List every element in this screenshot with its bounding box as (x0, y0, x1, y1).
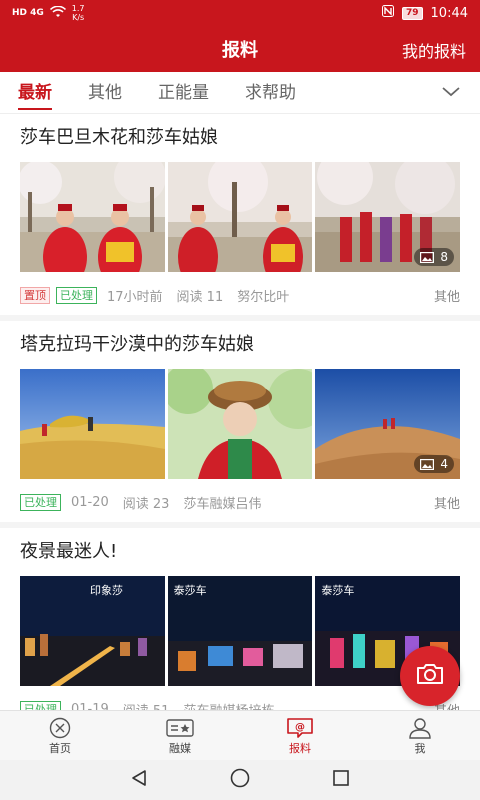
category-tabs: 最新 其他 正能量 求帮助 (0, 72, 480, 114)
clock: 10:44 (430, 5, 468, 21)
image-icon (420, 458, 435, 470)
my-reports-link[interactable]: 我的报料 (402, 38, 466, 62)
post-meta: 置顶 已处理 17小时前 阅读 11 努尔比叶 其他 (20, 286, 460, 305)
photo-thumbnail[interactable] (20, 162, 165, 272)
photo-grid: 8 (20, 162, 461, 272)
read-count: 阅读 23 (122, 497, 170, 512)
recent-apps-icon[interactable] (331, 768, 351, 792)
post-title[interactable]: 夜景最迷人! (20, 538, 460, 568)
network-speed: 1.7 K/s (71, 4, 85, 22)
photo-thumbnail[interactable] (167, 162, 313, 272)
nav-home[interactable]: 首页 (0, 711, 120, 760)
camera-report-button[interactable] (400, 646, 460, 706)
photo-thumbnail[interactable]: 8 (315, 162, 461, 272)
title-bar: 报料 我的报料 (0, 26, 480, 72)
svg-text:@: @ (295, 722, 305, 733)
status-badge: 已处理 (20, 494, 61, 511)
post-title[interactable]: 莎车巴旦木花和莎车姑娘 (20, 124, 460, 154)
photo-thumbnail[interactable] (167, 369, 313, 479)
tab-positive-energy[interactable]: 正能量 (158, 74, 209, 112)
nav-media[interactable]: 融媒 (120, 711, 240, 760)
list-item[interactable]: 莎车巴旦木花和莎车姑娘 8 置顶 已处理 17小时前 阅读 11 努尔比叶 其他 (0, 114, 480, 321)
photo-caption: 泰莎车 (321, 584, 355, 597)
system-navigation-bar (0, 760, 480, 800)
post-time: 01-19 (71, 702, 109, 710)
status-badge: 已处理 (56, 287, 97, 304)
post-time: 01-20 (71, 495, 109, 510)
photo-thumbnail[interactable]: 印象莎 (20, 576, 165, 686)
tab-latest[interactable]: 最新 (18, 74, 52, 112)
photo-count-badge: 4 (414, 455, 455, 473)
photo-count-badge: 8 (414, 248, 455, 266)
post-category: 其他 (433, 497, 460, 512)
chevron-down-icon[interactable] (440, 81, 462, 103)
post-author: 努尔比叶 (237, 290, 290, 305)
nav-report[interactable]: @ 报料 (240, 711, 360, 760)
post-meta: 已处理 01-20 阅读 23 莎车融媒吕伟 其他 (20, 493, 460, 512)
wifi-icon (49, 5, 66, 21)
post-author: 莎车融媒吕伟 (183, 497, 262, 512)
media-icon (166, 716, 194, 740)
app-root: HD 4G 1.7 K/s 79 10:44 报料 我的报料 最新 其他 正能量… (0, 0, 480, 800)
photo-caption: 印象莎 (90, 584, 123, 597)
image-icon (420, 251, 435, 263)
pinned-badge: 置顶 (20, 287, 50, 304)
photo-thumbnail[interactable] (20, 369, 165, 479)
network-indicator: HD 4G (12, 8, 44, 18)
read-count: 阅读 11 (176, 290, 224, 305)
post-title[interactable]: 塔克拉玛干沙漠中的莎车姑娘 (20, 331, 460, 361)
nfc-icon (382, 5, 394, 21)
photo-grid: 4 (20, 369, 461, 479)
tab-other[interactable]: 其他 (88, 74, 122, 112)
photo-grid: 印象莎 泰莎车 泰莎车 (20, 576, 461, 686)
back-icon[interactable] (129, 768, 149, 792)
camera-icon (415, 662, 445, 690)
status-badge: 已处理 (20, 701, 61, 710)
post-meta: 已处理 01-19 阅读 51 莎车融媒杨培栋 其他 (20, 700, 460, 710)
home-icon (46, 716, 74, 740)
bottom-nav: 首页 融媒 @ 报料 我 (0, 710, 480, 760)
post-time: 17小时前 (107, 290, 163, 305)
battery-indicator: 79 (402, 6, 423, 20)
read-count: 阅读 51 (123, 700, 170, 710)
status-bar: HD 4G 1.7 K/s 79 10:44 (0, 0, 480, 26)
photo-thumbnail[interactable]: 4 (315, 369, 461, 479)
report-feed: 莎车巴旦木花和莎车姑娘 8 置顶 已处理 17小时前 阅读 11 努尔比叶 其他… (0, 114, 480, 710)
profile-icon (406, 716, 434, 740)
nav-me[interactable]: 我 (360, 711, 480, 760)
post-category: 其他 (433, 290, 460, 305)
page-title: 报料 (222, 40, 258, 61)
photo-thumbnail[interactable]: 泰莎车 (167, 576, 313, 686)
home-circle-icon[interactable] (229, 767, 251, 793)
post-author: 莎车融媒杨培栋 (183, 700, 274, 710)
photo-caption: 泰莎车 (173, 584, 207, 597)
tab-seek-help[interactable]: 求帮助 (245, 74, 296, 112)
list-item[interactable]: 塔克拉玛干沙漠中的莎车姑娘 4 已处理 01-20 阅读 23 莎车融媒吕伟 其… (0, 321, 480, 528)
report-icon: @ (286, 716, 314, 740)
